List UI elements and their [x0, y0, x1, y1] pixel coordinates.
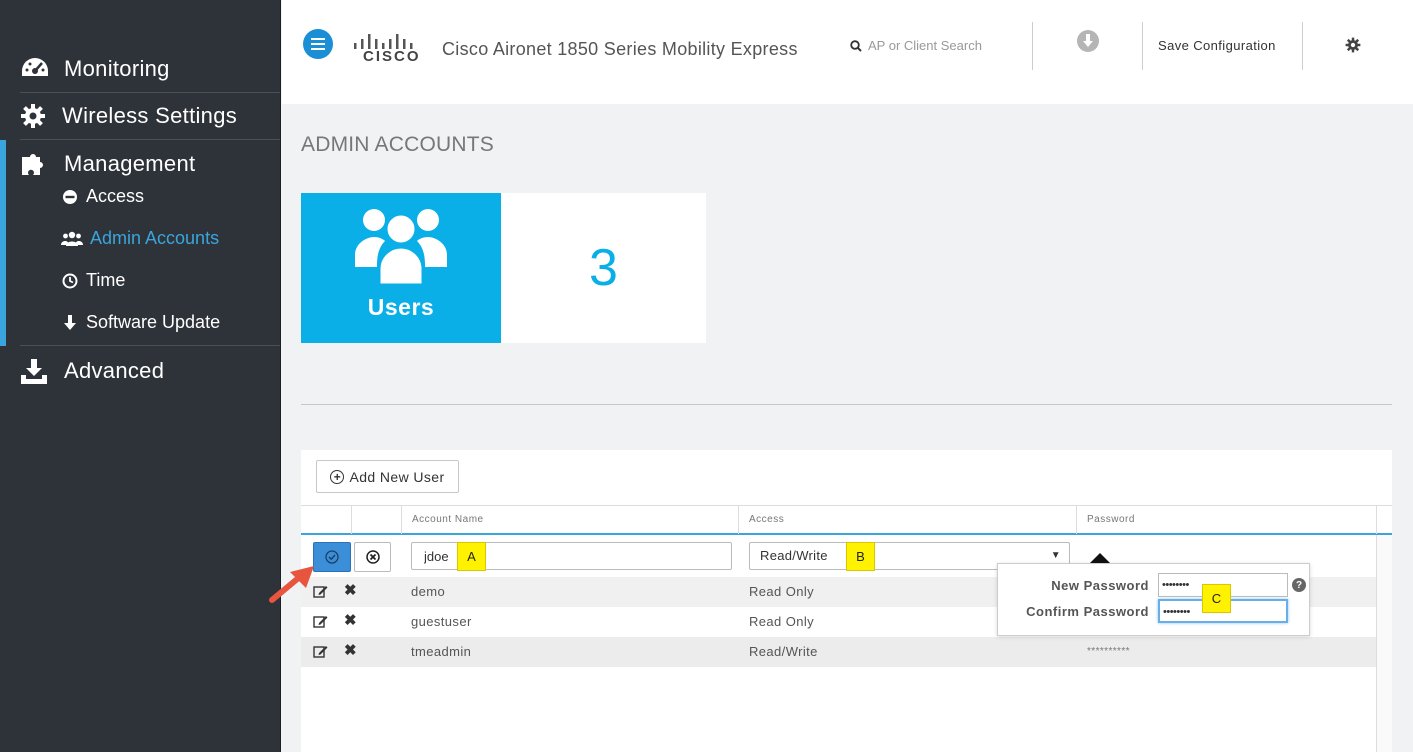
access-select-value: Read/Write [760, 548, 828, 563]
sidebar-item-label: Monitoring [64, 55, 170, 81]
row-account-name: tmeadmin [411, 644, 472, 659]
table-row: ✖ tmeadmin Read/Write ********** [301, 637, 1376, 667]
sidebar-sub-label: Access [86, 186, 145, 206]
table-scrollbar[interactable] [1376, 535, 1392, 752]
users-tile: Users [301, 193, 501, 343]
top-header: CISCO Cisco Aironet 1850 Series Mobility… [282, 0, 1413, 104]
minus-circle-icon [60, 189, 80, 205]
app-title: Cisco Aironet 1850 Series Mobility Expre… [442, 39, 798, 59]
delete-icon[interactable]: ✖ [344, 613, 357, 629]
add-new-user-button[interactable]: + Add New User [316, 460, 459, 493]
sidebar-item-label: Wireless Settings [62, 102, 238, 128]
edit-icon[interactable] [313, 644, 328, 662]
row-account-name: guestuser [411, 614, 472, 629]
new-password-label: New Password [1051, 578, 1149, 593]
sidebar: Monitoring Wireless Settings Management … [0, 0, 281, 752]
column-header-actions-2 [351, 506, 401, 534]
arrow-annotation-icon [269, 566, 314, 603]
clock-icon [60, 273, 80, 289]
sidebar-sub-access[interactable]: Access [60, 186, 144, 207]
plus-circle-icon: + [330, 469, 345, 484]
column-header-spacer [1376, 506, 1392, 534]
active-section-indicator [0, 140, 6, 346]
confirm-password-label: Confirm Password [1026, 604, 1149, 619]
sidebar-sub-time[interactable]: Time [60, 270, 125, 291]
sidebar-item-monitoring[interactable]: Monitoring [20, 45, 280, 93]
popup-arrow [1090, 553, 1110, 563]
hamburger-icon [311, 38, 325, 50]
search-icon [850, 39, 862, 52]
search-input[interactable] [868, 38, 1018, 53]
sidebar-item-label: Management [64, 151, 196, 176]
sidebar-item-wireless-settings[interactable]: Wireless Settings [20, 92, 280, 140]
callout-c: C [1202, 584, 1231, 613]
page-title: ADMIN ACCOUNTS [301, 133, 494, 156]
sidebar-sub-label: Time [86, 270, 126, 290]
download-icon[interactable] [1076, 29, 1100, 58]
row-password: ********** [1087, 646, 1130, 657]
sidebar-item-management[interactable]: Management [20, 140, 280, 188]
callout-b: B [846, 542, 875, 571]
arrow-down-icon [60, 314, 80, 332]
cisco-logo-text: CISCO [363, 48, 421, 65]
sidebar-item-advanced[interactable]: Advanced [20, 347, 280, 395]
cancel-user-button[interactable] [354, 542, 391, 572]
password-popup: New Password •••••••• Confirm Password •… [997, 563, 1310, 636]
speedometer-icon [20, 55, 50, 83]
check-circle-icon [325, 550, 339, 564]
section-divider [301, 404, 1392, 405]
menu-toggle-button[interactable] [303, 29, 333, 59]
callout-a: A [457, 542, 486, 571]
sidebar-sub-software-update[interactable]: Software Update [60, 312, 220, 333]
row-access: Read Only [749, 614, 815, 629]
users-count: 3 [589, 239, 618, 297]
users-count-tile: 3 [501, 193, 706, 343]
close-circle-icon [365, 550, 380, 564]
save-configuration-button[interactable]: Save Configuration [1158, 38, 1276, 53]
row-account-name: demo [411, 584, 446, 599]
header-separator [1302, 22, 1303, 70]
edit-icon[interactable] [313, 614, 328, 632]
help-icon[interactable]: ? [1292, 578, 1306, 592]
sidebar-sub-admin-accounts[interactable]: Admin Accounts [60, 228, 219, 249]
column-header-password[interactable]: Password [1076, 506, 1376, 534]
row-access: Read Only [749, 584, 815, 599]
table-header: Account Name Access Password [301, 505, 1392, 535]
add-user-label: Add New User [349, 468, 445, 485]
sidebar-item-label: Advanced [64, 358, 165, 383]
users-icon [60, 231, 84, 247]
settings-gear-icon[interactable] [1345, 37, 1361, 58]
header-separator [1032, 22, 1033, 70]
header-separator [1142, 22, 1143, 70]
users-tile-label: Users [367, 294, 435, 320]
column-header-account-name[interactable]: Account Name [401, 506, 738, 534]
row-access: Read/Write [749, 644, 818, 659]
column-header-actions [301, 506, 351, 534]
users-group-icon [355, 209, 447, 287]
download-tray-icon [20, 357, 48, 385]
search-box [850, 38, 1018, 53]
sidebar-sub-label: Software Update [86, 312, 221, 332]
gear-icon [20, 102, 46, 130]
sidebar-sub-label: Admin Accounts [90, 228, 220, 248]
sidebar-divider [20, 345, 280, 346]
delete-icon[interactable]: ✖ [344, 643, 357, 659]
save-user-button[interactable] [313, 542, 351, 572]
column-header-access[interactable]: Access [738, 506, 1076, 534]
delete-icon[interactable]: ✖ [344, 583, 357, 599]
puzzle-icon [20, 150, 48, 178]
